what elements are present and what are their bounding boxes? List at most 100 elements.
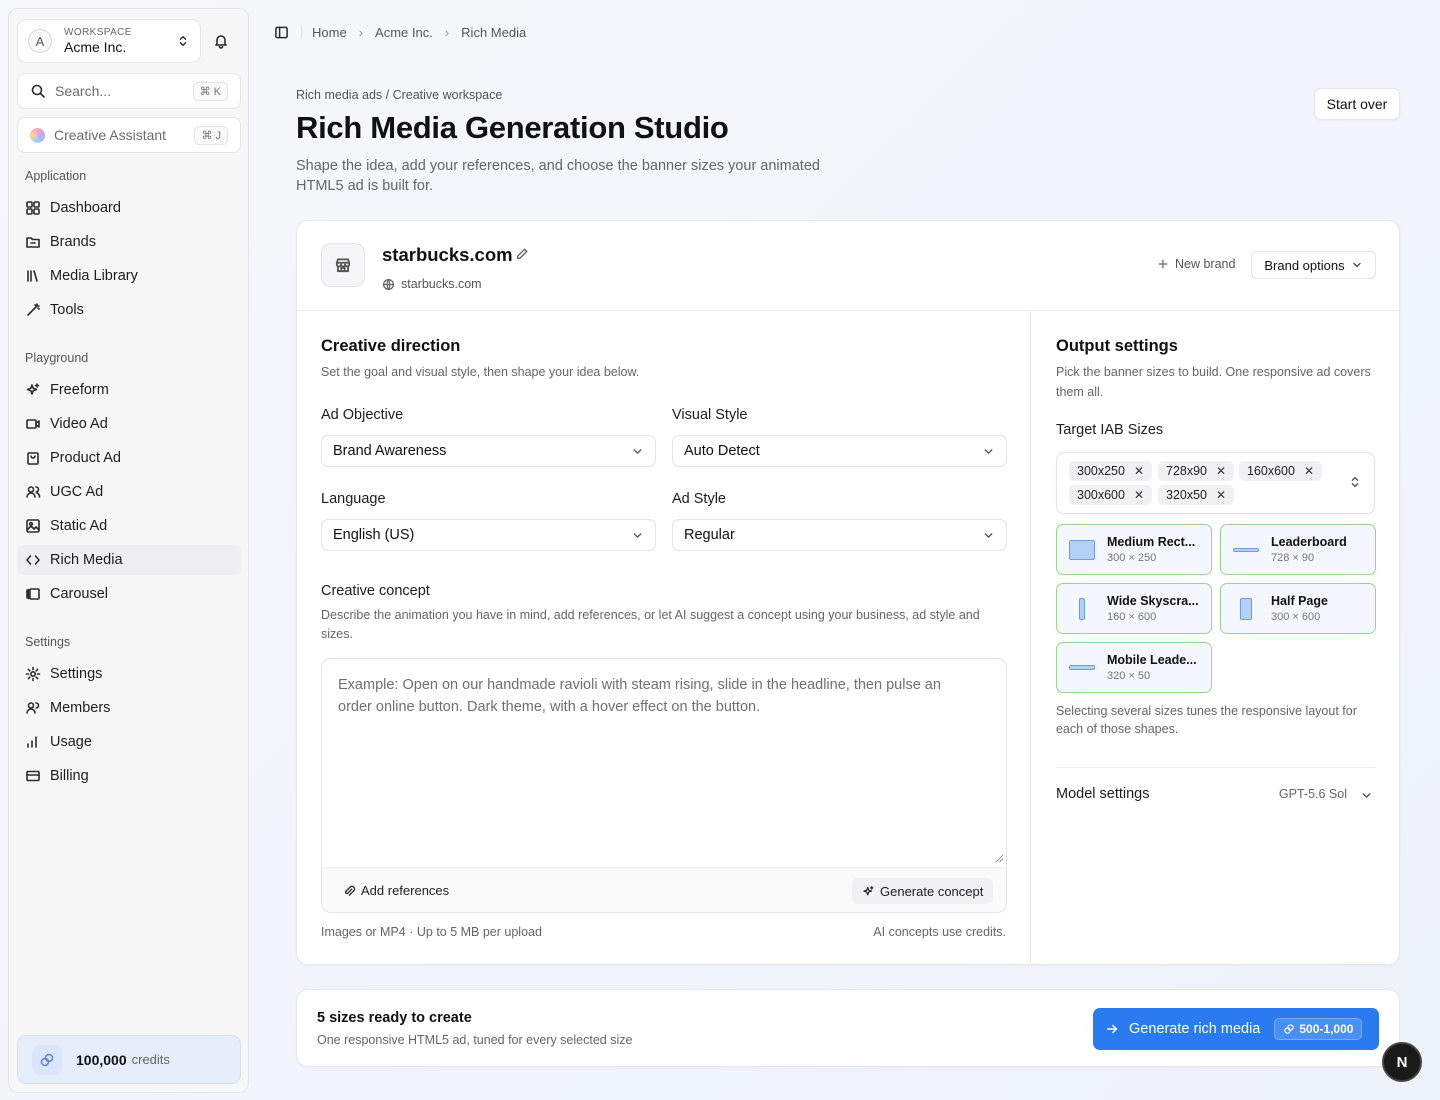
- ad-style-value: Regular: [684, 527, 735, 543]
- ad-objective-select[interactable]: Brand Awareness: [321, 435, 656, 467]
- sidebar-item-video-ad[interactable]: Video Ad: [17, 409, 241, 439]
- size-chip: 300x250 ✕: [1069, 461, 1153, 481]
- paperclip-icon: [344, 885, 356, 896]
- card-icon: [26, 770, 40, 782]
- language-select[interactable]: English (US): [321, 519, 656, 551]
- breadcrumb-home[interactable]: Home: [312, 25, 347, 40]
- brands-icon: [26, 237, 40, 248]
- breadcrumb: Home › Acme Inc. › Rich Media: [274, 22, 526, 42]
- chevron-down-icon: [1353, 262, 1361, 268]
- sidebar-item-members[interactable]: Members: [17, 693, 241, 723]
- video-icon: [26, 419, 40, 429]
- size-tile-dims: 160 × 600: [1107, 611, 1157, 623]
- size-tile[interactable]: Wide Skyscra... 160 × 600: [1056, 583, 1212, 634]
- sidebar-item-tools[interactable]: Tools: [17, 295, 241, 325]
- generate-rich-media-button[interactable]: Generate rich media 500-1,000: [1093, 1008, 1379, 1050]
- search-icon: [31, 84, 45, 98]
- credits-note: AI concepts use credits.: [873, 925, 1006, 939]
- start-over-button[interactable]: Start over: [1314, 88, 1400, 120]
- sidebar-item-label: Members: [50, 700, 111, 716]
- plus-icon: [1158, 259, 1168, 269]
- notifications-button[interactable]: [213, 33, 229, 49]
- edit-brand-button[interactable]: [515, 247, 529, 261]
- creative-concept-desc: Describe the animation you have in mind,…: [321, 608, 980, 641]
- sidebar-item-static-ad[interactable]: Static Ad: [17, 511, 241, 541]
- page-eyebrow: Rich media ads / Creative workspace: [296, 88, 503, 102]
- visual-style-value: Auto Detect: [684, 443, 760, 459]
- concept-toolbar: Add references Generate concept: [322, 867, 1006, 912]
- sparkles-icon: [863, 885, 874, 895]
- remove-chip-icon[interactable]: ✕: [1216, 488, 1226, 502]
- generate-concept-button[interactable]: Generate concept: [852, 878, 994, 904]
- assistant-launcher-badge[interactable]: N: [1382, 1042, 1422, 1082]
- resize-handle-icon[interactable]: [995, 854, 1004, 863]
- medium-rectangle-shape-icon: [1069, 539, 1095, 560]
- sizes-note: Selecting several sizes tunes the respon…: [1056, 704, 1357, 736]
- size-tile-name: Leaderboard: [1271, 535, 1347, 549]
- model-settings-toggle[interactable]: Model settings GPT-5.6 Sol: [1056, 767, 1375, 821]
- sidebar-item-freeform[interactable]: Freeform: [17, 375, 241, 405]
- size-tile[interactable]: Leaderboard 728 × 90: [1220, 524, 1376, 575]
- language-value: English (US): [333, 527, 415, 543]
- assistant-label: Creative Assistant: [54, 127, 167, 143]
- credit-cost-value: 500-1,000: [1299, 1022, 1354, 1036]
- credits-balance[interactable]: 100,000 credits: [17, 1035, 241, 1084]
- workspace-name: Acme Inc.: [64, 39, 127, 55]
- sidebar-item-settings[interactable]: Settings: [17, 659, 241, 689]
- search-input[interactable]: Search... ⌘ K: [17, 73, 241, 109]
- remove-chip-icon[interactable]: ✕: [1216, 464, 1226, 478]
- remove-chip-icon[interactable]: ✕: [1134, 464, 1144, 478]
- credits-amount: 100,000: [76, 1051, 127, 1068]
- brand-options-dropdown[interactable]: Brand options: [1251, 251, 1376, 279]
- size-tile-dims: 320 × 50: [1107, 670, 1151, 682]
- ad-style-label: Ad Style: [672, 491, 726, 507]
- size-tile[interactable]: Medium Rect... 300 × 250: [1056, 524, 1212, 575]
- chevron-down-icon: [1362, 793, 1371, 798]
- creative-concept-textarea[interactable]: Example: Open on our handmade ravioli wi…: [321, 658, 1007, 913]
- sidebar-item-usage[interactable]: Usage: [17, 727, 241, 757]
- size-tile[interactable]: Mobile Leade... 320 × 50: [1056, 642, 1212, 693]
- add-references-button[interactable]: Add references: [342, 883, 449, 898]
- sidebar-item-ugc-ad[interactable]: UGC Ad: [17, 477, 241, 507]
- new-brand-button[interactable]: New brand: [1157, 257, 1235, 271]
- code-icon: [26, 555, 40, 565]
- size-chip-label: 160x600: [1247, 464, 1295, 478]
- store-icon: [321, 243, 365, 287]
- size-chip: 320x50 ✕: [1158, 485, 1235, 505]
- upload-note: Images or MP4 · Up to 5 MB per upload: [321, 925, 542, 939]
- size-tile-dims: 300 × 600: [1271, 611, 1321, 623]
- sidebar-toggle-icon[interactable]: [274, 25, 289, 40]
- remove-chip-icon[interactable]: ✕: [1304, 464, 1314, 478]
- brand-name: starbucks.com: [382, 244, 513, 265]
- breadcrumb-separator: ›: [444, 24, 450, 40]
- workspace-switcher[interactable]: A WORKSPACE Acme Inc.: [17, 19, 201, 63]
- size-tile[interactable]: Half Page 300 × 600: [1220, 583, 1376, 634]
- mobile-leaderboard-shape-icon: [1069, 665, 1095, 670]
- size-chip: 300x600 ✕: [1069, 485, 1153, 505]
- sidebar-item-label: Carousel: [50, 586, 109, 602]
- page-subtitle: Shape the idea, add your references, and…: [296, 158, 820, 194]
- group-label-playground: Playground: [25, 351, 89, 365]
- credits-icon: [32, 1044, 62, 1075]
- sidebar-item-carousel[interactable]: Carousel: [17, 579, 241, 609]
- sidebar-item-brands[interactable]: Brands: [17, 227, 241, 257]
- target-sizes-multiselect[interactable]: 300x250 ✕ 728x90 ✕ 160x600 ✕ 300x600 ✕ 320x5…: [1056, 452, 1375, 514]
- size-tile-name: Half Page: [1271, 594, 1328, 608]
- target-sizes-label: Target IAB Sizes: [1056, 422, 1164, 438]
- sidebar-item-dashboard[interactable]: Dashboard: [17, 193, 241, 223]
- sidebar-item-rich-media[interactable]: Rich Media: [17, 545, 241, 575]
- brand-options-label: Brand options: [1264, 257, 1345, 273]
- ad-style-select[interactable]: Regular: [672, 519, 1007, 551]
- creative-direction-title: Creative direction: [321, 337, 461, 355]
- half-page-shape-icon: [1233, 597, 1259, 620]
- visual-style-select[interactable]: Auto Detect: [672, 435, 1007, 467]
- creative-assistant-button[interactable]: Creative Assistant ⌘ J: [17, 117, 241, 153]
- sidebar-item-product-ad[interactable]: Product Ad: [17, 443, 241, 473]
- remove-chip-icon[interactable]: ✕: [1134, 488, 1144, 502]
- sidebar-item-media-library[interactable]: Media Library: [17, 261, 241, 291]
- sidebar-item-label: Video Ad: [50, 416, 108, 432]
- ad-objective-value: Brand Awareness: [333, 443, 447, 459]
- breadcrumb-workspace[interactable]: Acme Inc.: [375, 25, 433, 40]
- output-settings-desc: Pick the banner sizes to build. One resp…: [1056, 365, 1371, 399]
- sidebar-item-billing[interactable]: Billing: [17, 761, 241, 791]
